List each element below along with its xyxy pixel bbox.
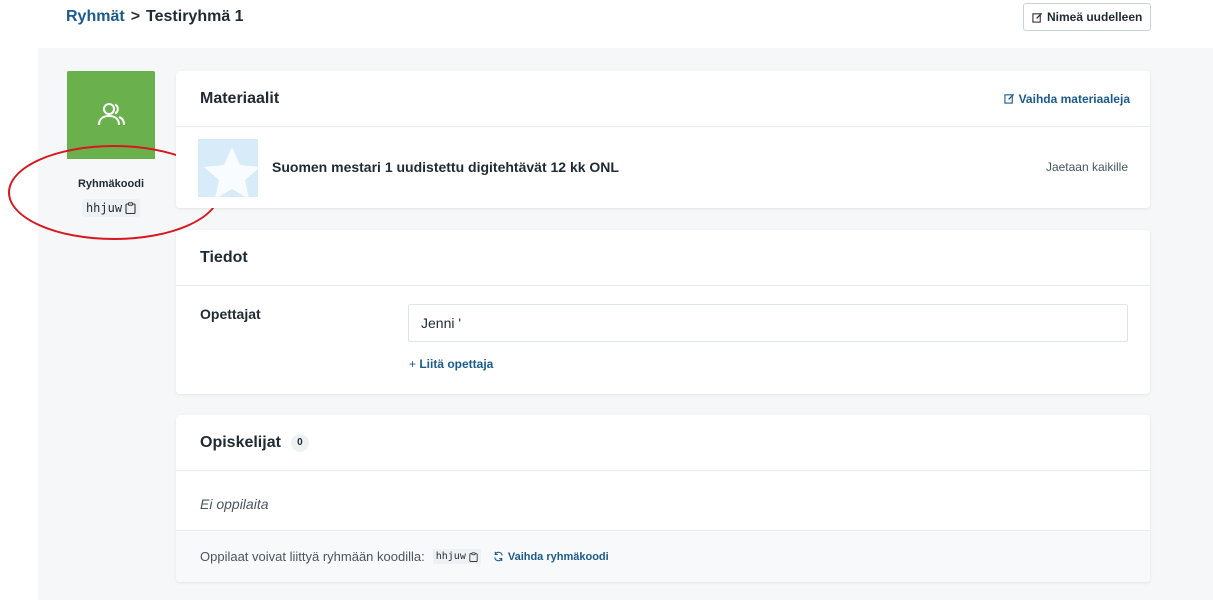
- star-icon: [204, 147, 258, 197]
- info-title: Tiedot: [200, 248, 248, 266]
- teacher-name: Jenni ': [421, 315, 462, 331]
- info-header: Tiedot: [176, 230, 1150, 286]
- students-count-badge: 0: [290, 433, 309, 452]
- breadcrumb-separator: >: [130, 8, 141, 25]
- material-title: Suomen mestari 1 uudistettu digitehtävät…: [272, 159, 619, 175]
- materials-header: Materiaalit Vaihda materiaaleja: [176, 71, 1150, 127]
- join-instructions: Oppilaat voivat liittyä ryhmään koodilla…: [200, 549, 425, 564]
- group-avatar: [67, 71, 155, 159]
- students-header: Opiskelijat 0: [176, 415, 1150, 471]
- materials-card: Materiaalit Vaihda materiaaleja Suomen m…: [176, 71, 1150, 208]
- breadcrumb-groups-link[interactable]: Ryhmät: [66, 8, 125, 26]
- top-bar: Ryhmät > Testiryhmä 1 Nimeä uudelleen: [0, 0, 1213, 48]
- footer-code-text: hhjuw: [435, 551, 466, 562]
- material-item[interactable]: Suomen mestari 1 uudistettu digitehtävät…: [176, 127, 1150, 207]
- refresh-icon: [494, 551, 503, 562]
- page-title: Testiryhmä 1: [146, 8, 244, 25]
- clipboard-icon[interactable]: [469, 551, 478, 562]
- material-sharing: Jaetaan kaikille: [1045, 160, 1128, 174]
- edit-icon: [1032, 12, 1043, 23]
- rename-button[interactable]: Nimeä uudelleen: [1023, 3, 1152, 31]
- materials-title: Materiaalit: [200, 89, 280, 107]
- rename-button-label: Nimeä uudelleen: [1047, 10, 1143, 24]
- students-card: Opiskelijat 0 Ei oppilaita Oppilaat voiv…: [176, 415, 1150, 582]
- clipboard-icon[interactable]: [125, 202, 136, 214]
- add-teacher-link[interactable]: + Liitä opettaja: [409, 357, 493, 371]
- change-materials-label: Vaihda materiaaleja: [1018, 91, 1130, 106]
- teachers-label: Opettajat: [200, 306, 261, 322]
- group-code-panel: Ryhmäkoodi hhjuw: [60, 159, 162, 229]
- group-code: hhjuw: [85, 201, 123, 215]
- teacher-field[interactable]: Jenni ': [408, 304, 1128, 342]
- add-teacher-label: Liitä opettaja: [419, 357, 494, 371]
- change-group-code-label: Vaihda ryhmäkoodi: [507, 550, 609, 563]
- plus-icon: +: [409, 357, 420, 371]
- group-code-chip[interactable]: hhjuw: [81, 199, 141, 217]
- info-card: Tiedot Opettajat Jenni ' + Liitä opettaj…: [176, 230, 1150, 394]
- students-footer: Oppilaat voivat liittyä ryhmään koodilla…: [176, 530, 1150, 582]
- users-icon: [98, 103, 125, 126]
- change-materials-link[interactable]: Vaihda materiaaleja: [1003, 91, 1130, 106]
- breadcrumb: Ryhmät > Testiryhmä 1: [66, 8, 244, 26]
- footer-group-code[interactable]: hhjuw: [432, 549, 481, 564]
- group-code-label: Ryhmäkoodi: [77, 178, 144, 190]
- material-thumbnail: [198, 139, 258, 197]
- edit-icon: [1003, 93, 1014, 104]
- students-title: Opiskelijat: [200, 433, 281, 451]
- change-group-code-link[interactable]: Vaihda ryhmäkoodi: [493, 551, 609, 563]
- students-empty-text: Ei oppilaita: [200, 496, 269, 512]
